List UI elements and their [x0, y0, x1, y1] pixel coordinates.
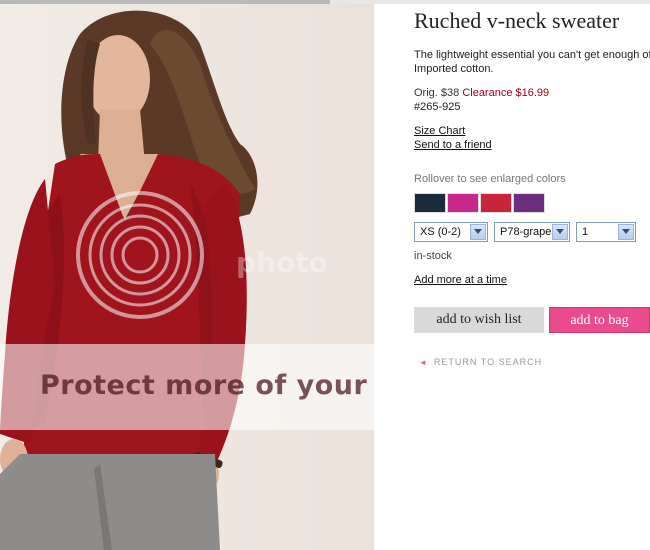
chevron-down-icon[interactable]	[552, 224, 568, 240]
price-line: Orig. $38 Clearance $16.99	[414, 87, 549, 99]
color-swatch-grape[interactable]	[513, 193, 545, 213]
color-swatch-navy[interactable]	[414, 193, 446, 213]
send-to-friend-link[interactable]: Send to a friend	[414, 139, 492, 151]
quantity-select-value: 1	[582, 226, 589, 238]
original-price: Orig. $38	[414, 87, 460, 99]
size-select-value: XS (0-2)	[420, 226, 461, 238]
chevron-down-icon[interactable]	[618, 224, 634, 240]
add-to-bag-button[interactable]: add to bag	[549, 307, 650, 333]
item-number: #265-925	[414, 101, 461, 113]
stock-status: in-stock	[414, 250, 452, 262]
size-select[interactable]: XS (0-2)	[414, 222, 488, 242]
watermark-text: Protect more of your memories	[40, 370, 374, 401]
quantity-select[interactable]: 1	[576, 222, 636, 242]
add-to-wish-list-button[interactable]: add to wish list	[414, 307, 544, 333]
chevron-down-icon[interactable]	[470, 224, 486, 240]
arrow-left-icon: ◄	[419, 358, 428, 367]
size-chart-link[interactable]: Size Chart	[414, 125, 465, 137]
watermark-logo-text: photo	[236, 246, 328, 279]
color-swatch-pink[interactable]	[447, 193, 479, 213]
clearance-price: Clearance $16.99	[462, 87, 550, 99]
color-select-value: P78-grape	[500, 226, 552, 238]
color-select[interactable]: P78-grape	[494, 222, 570, 242]
product-title: Ruched v-neck sweater	[414, 8, 620, 33]
add-more-link[interactable]: Add more at a time	[414, 274, 507, 286]
model-illustration: photo	[0, 10, 328, 550]
product-photo: photo Protect more of your memories	[0, 4, 374, 550]
return-to-search-link[interactable]: ◄ RETURN TO SEARCH	[419, 357, 542, 367]
color-swatch-red[interactable]	[480, 193, 512, 213]
color-rollover-label: Rollover to see enlarged colors	[414, 173, 566, 185]
product-description: The lightweight essential you can't get …	[414, 49, 650, 75]
return-to-search-label: RETURN TO SEARCH	[433, 357, 543, 367]
